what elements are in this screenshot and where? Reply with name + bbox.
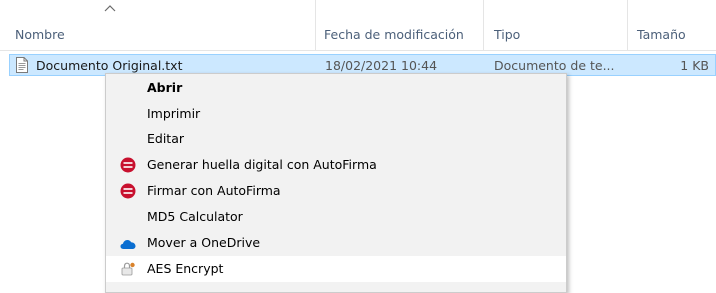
file-size: 1 KB bbox=[680, 58, 709, 73]
menu-item-label: Firmar con AutoFirma bbox=[147, 183, 281, 198]
text-document-icon bbox=[16, 57, 28, 73]
autofirma-icon bbox=[120, 183, 136, 199]
menu-item-generar-huella[interactable]: Generar huella digital con AutoFirma bbox=[106, 152, 566, 178]
menu-item-abrir[interactable]: Abrir bbox=[106, 75, 566, 101]
column-header-name[interactable]: Nombre bbox=[9, 0, 316, 50]
menu-item-firmar-autofirma[interactable]: Firmar con AutoFirma bbox=[106, 178, 566, 204]
column-header-size[interactable]: Tamaño bbox=[628, 0, 716, 50]
menu-item-imprimir[interactable]: Imprimir bbox=[106, 101, 566, 127]
aes-crypt-icon bbox=[121, 262, 135, 276]
context-menu: Abrir Imprimir Editar Generar huella dig… bbox=[105, 73, 567, 293]
menu-item-label: Mover a OneDrive bbox=[147, 235, 261, 250]
menu-item-label: AES Encrypt bbox=[147, 261, 224, 276]
menu-item-label: Imprimir bbox=[147, 106, 201, 121]
column-header-label: Fecha de modificación bbox=[324, 27, 464, 42]
autofirma-icon bbox=[120, 157, 136, 173]
sort-ascending-icon bbox=[104, 5, 116, 12]
menu-item-label: Abrir bbox=[147, 80, 183, 95]
menu-item-aes-encrypt[interactable]: AES Encrypt bbox=[106, 256, 566, 282]
onedrive-cloud-icon bbox=[120, 240, 136, 249]
file-name[interactable]: Documento Original.txt bbox=[36, 58, 182, 73]
column-header-bar: Nombre Fecha de modificación Tipo Tamaño bbox=[0, 0, 716, 51]
menu-item-mover-onedrive[interactable]: Mover a OneDrive bbox=[106, 230, 566, 256]
menu-item-label: Generar huella digital con AutoFirma bbox=[147, 157, 377, 172]
menu-item-label: MD5 Calculator bbox=[147, 209, 243, 224]
column-header-type[interactable]: Tipo bbox=[484, 0, 628, 50]
column-header-label: Nombre bbox=[15, 27, 65, 42]
file-modified-date: 18/02/2021 10:44 bbox=[325, 58, 438, 73]
column-header-label: Tipo bbox=[494, 27, 521, 42]
column-header-modified[interactable]: Fecha de modificación bbox=[316, 0, 484, 50]
column-header-label: Tamaño bbox=[637, 27, 686, 42]
menu-item-md5-calculator[interactable]: MD5 Calculator bbox=[106, 204, 566, 230]
file-type: Documento de te... bbox=[494, 58, 615, 73]
menu-item-label: Editar bbox=[147, 131, 185, 146]
menu-item-editar[interactable]: Editar bbox=[106, 126, 566, 152]
